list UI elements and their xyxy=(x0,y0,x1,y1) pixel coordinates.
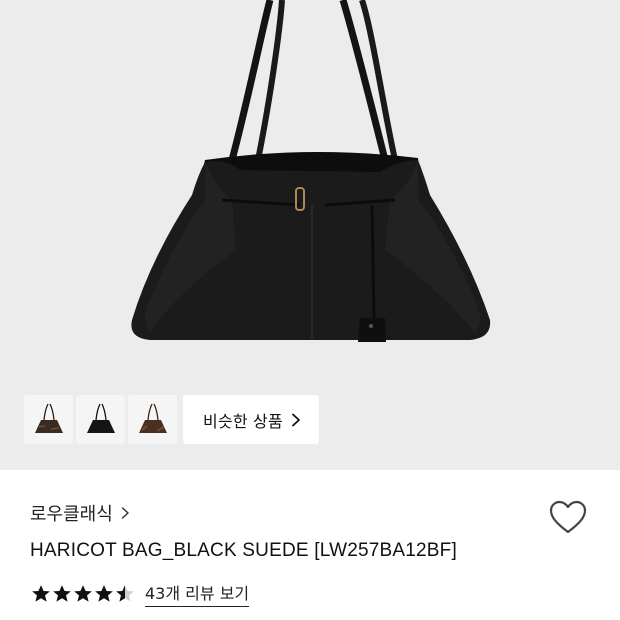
black-variant-thumbnail[interactable] xyxy=(76,395,125,444)
dark-brown-bag-icon xyxy=(138,403,167,433)
thumbnail-strip: 비슷한 상품 xyxy=(24,395,319,444)
star-icon xyxy=(53,584,71,602)
star-icon xyxy=(116,584,134,602)
rating-row: 43개 리뷰 보기 xyxy=(31,580,250,607)
similar-products-button[interactable]: 비슷한 상품 xyxy=(183,395,319,444)
brand-link[interactable]: 로우클래식 xyxy=(30,500,130,526)
brand-name: 로우클래식 xyxy=(30,504,113,525)
star-icon xyxy=(74,584,92,602)
star-rating xyxy=(31,584,135,604)
heart-outline-icon[interactable] xyxy=(548,498,588,538)
star-icon xyxy=(95,584,113,602)
review-link[interactable]: 43개 리뷰 보기 xyxy=(145,580,250,607)
product-main-image[interactable] xyxy=(0,0,620,390)
brown-bag-icon xyxy=(34,403,63,433)
product-image-gallery[interactable]: 비슷한 상품 xyxy=(0,0,620,470)
brown-variant-thumbnail[interactable] xyxy=(24,395,73,444)
product-info-section: 로우클래식 HARICOT BAG_BLACK SUEDE [LW257BA12… xyxy=(0,470,620,620)
chevron-right-icon xyxy=(121,507,129,519)
similar-products-label: 비슷한 상품 xyxy=(203,411,283,431)
black-bag-icon xyxy=(86,403,115,433)
product-title: HARICOT BAG_BLACK SUEDE [LW257BA12BF] xyxy=(30,540,457,561)
star-icon xyxy=(32,584,50,602)
dark-brown-variant-thumbnail[interactable] xyxy=(128,395,177,444)
chevron-right-icon xyxy=(291,413,300,426)
